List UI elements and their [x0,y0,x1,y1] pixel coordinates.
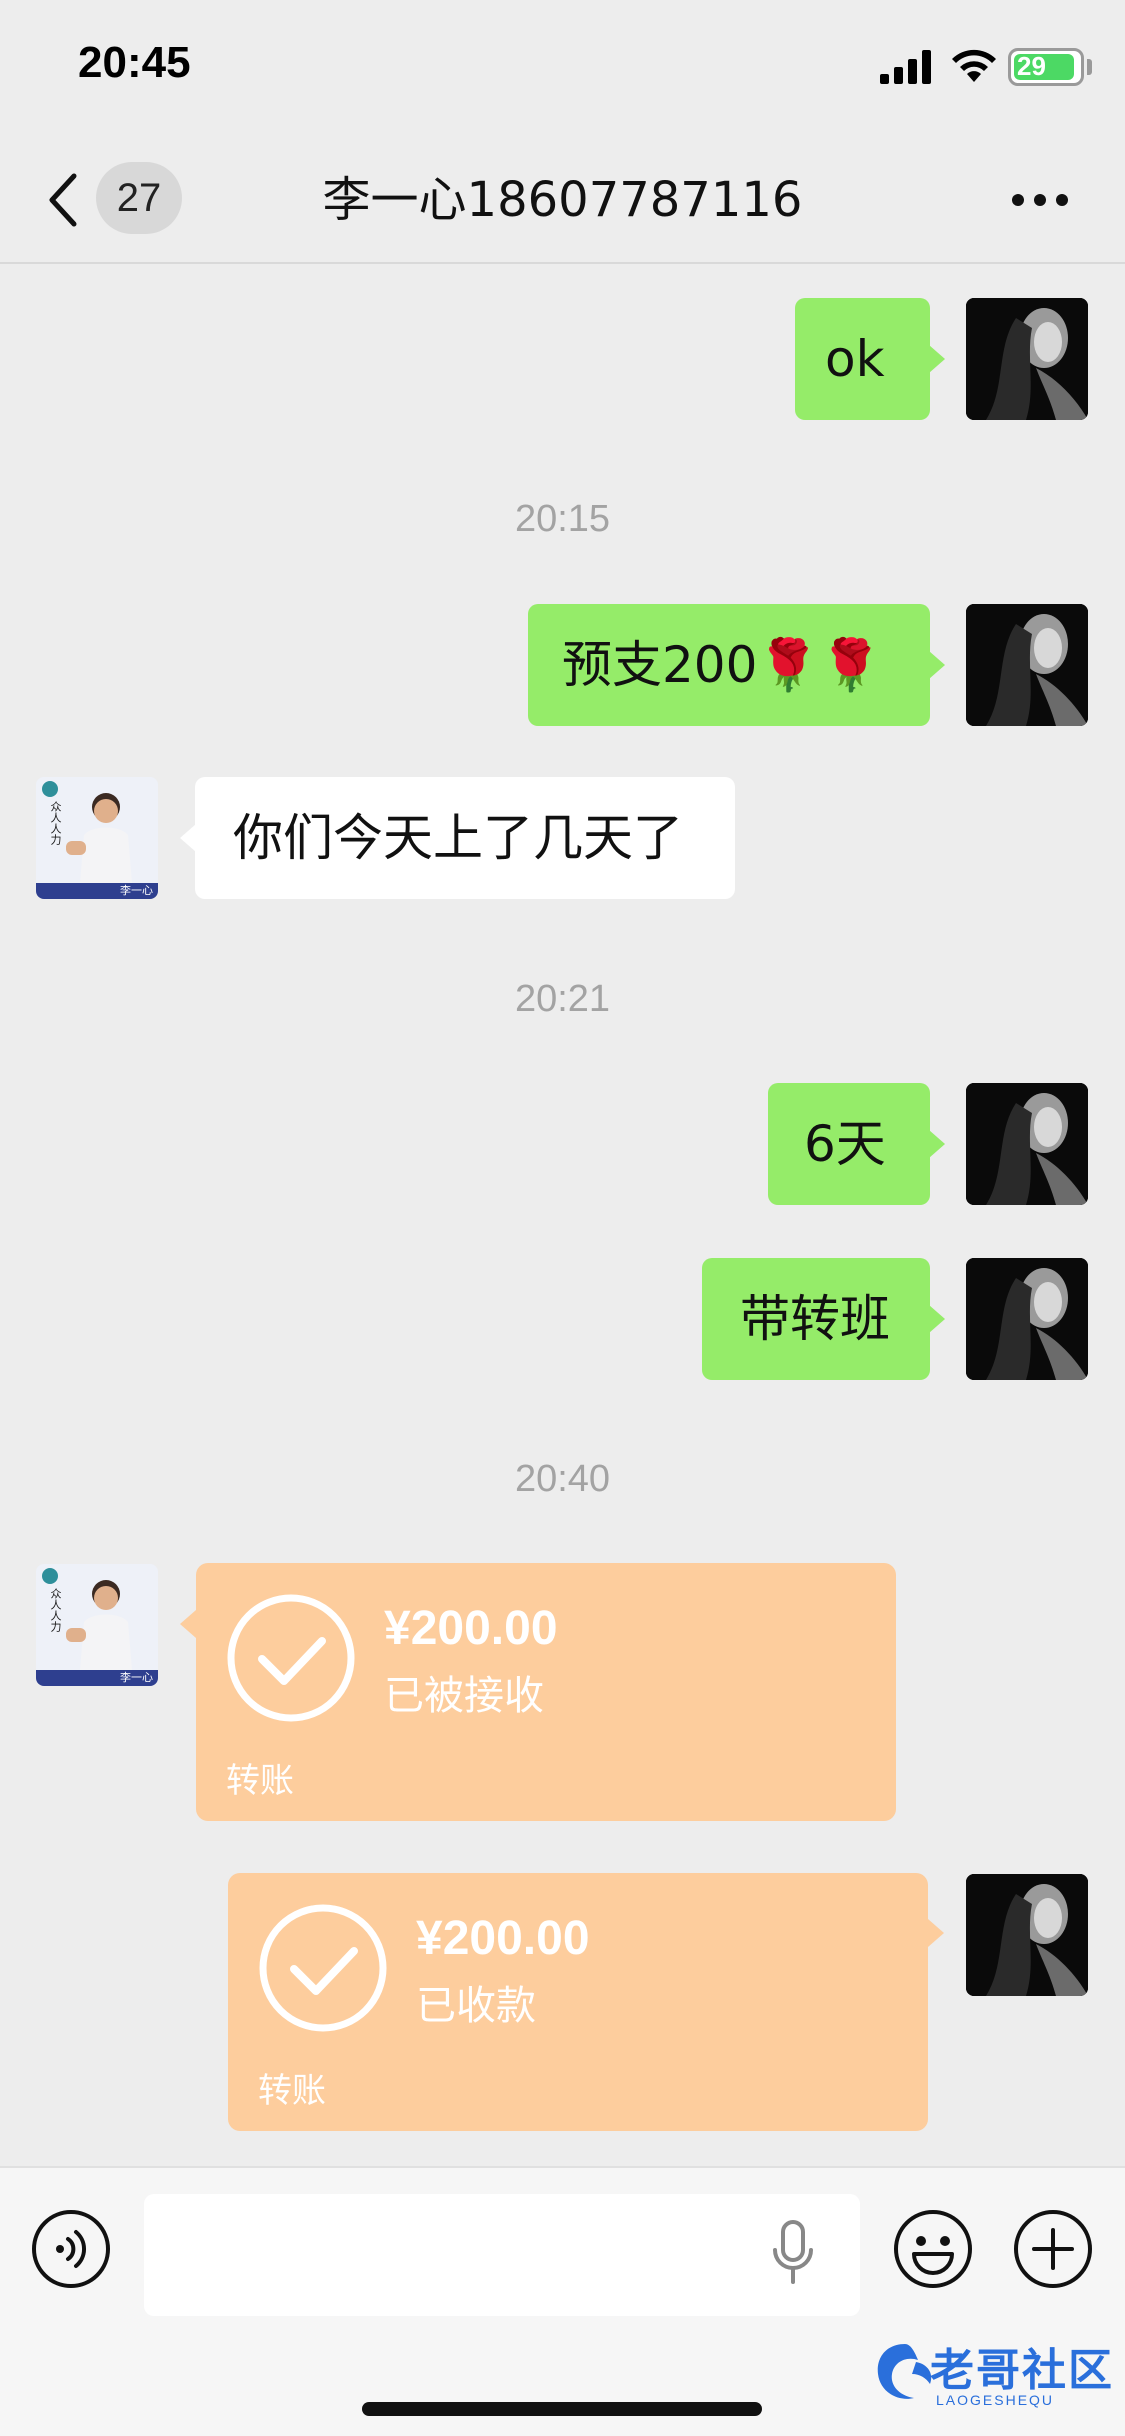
watermark-subtext: LAOGESHEQU [936,2392,1055,2408]
watermark-text: 老哥社区 [930,2345,1114,2396]
transfer-amount: ¥200.00 [384,1602,558,1655]
message-input[interactable] [144,2194,860,2316]
my-avatar[interactable] [966,298,1088,420]
transfer-status: 已收款 [416,1983,536,2029]
chat-title: 李一心18607787116 [322,172,803,228]
emoji-icon[interactable] [892,2208,974,2290]
home-indicator [362,2402,762,2416]
check-circle-icon [259,1904,387,2032]
my-avatar-image [966,1258,1088,1380]
my-avatar[interactable] [966,604,1088,726]
contact-avatar-logo-text: 众人人力 [49,1588,62,1632]
cellular-signal-icon [880,50,931,84]
battery-tip [1087,59,1092,75]
my-avatar-image [966,298,1088,420]
message-bubble-outgoing[interactable]: 带转班 [702,1258,930,1380]
chat-header: 27 李一心18607787116 [0,132,1125,264]
message-bubble-outgoing[interactable]: ok [795,298,930,420]
contact-avatar-name-tag: 李一心 [120,884,153,897]
bubble-tail [180,824,196,852]
plus-icon[interactable] [1012,2208,1094,2290]
transfer-card-outgoing[interactable]: ¥200.00 已收款 转账 [228,1873,928,2131]
timestamp: 20:21 [514,978,611,1020]
status-bar: 20:45 29 [0,0,1125,132]
contact-avatar-logo-text: 众人人力 [49,801,62,845]
timestamp: 20:15 [514,498,611,540]
microphone-icon[interactable] [770,2220,816,2286]
my-avatar-image [966,1874,1088,1996]
message-bubble-incoming[interactable]: 你们今天上了几天了 [195,777,735,899]
transfer-card-incoming[interactable]: ¥200.00 已被接收 转账 [196,1563,896,1821]
my-avatar[interactable] [966,1874,1088,1996]
transfer-label: 转账 [258,2071,326,2111]
transfer-label: 转账 [226,1761,294,1801]
wifi-icon [952,49,996,82]
voice-mode-icon[interactable] [30,2208,112,2290]
contact-avatar[interactable]: 众人人力 李一心 [36,777,158,899]
bubble-tail [928,1919,944,1947]
battery-level: 29 [1017,51,1046,81]
bubble-tail [180,1610,196,1638]
my-avatar[interactable] [966,1258,1088,1380]
battery-icon: 29 [1008,48,1084,86]
bubble-tail [929,1305,945,1333]
status-time: 20:45 [78,38,191,87]
my-avatar[interactable] [966,1083,1088,1205]
bubble-tail [929,1130,945,1158]
message-bubble-outgoing[interactable]: 预支200🌹🌹 [528,604,930,726]
bubble-tail [929,345,945,373]
more-options-icon[interactable] [1010,192,1070,208]
my-avatar-image [966,1083,1088,1205]
transfer-status: 已被接收 [384,1673,544,1719]
message-bubble-outgoing[interactable]: 6天 [768,1083,930,1205]
my-avatar-image [966,604,1088,726]
check-circle-icon [227,1594,355,1722]
transfer-amount: ¥200.00 [416,1912,590,1965]
bubble-tail [929,651,945,679]
watermark: 老哥社区 LAOGESHEQU [870,2334,1120,2414]
contact-avatar[interactable]: 众人人力 李一心 [36,1564,158,1686]
contact-avatar-name-tag: 李一心 [120,1671,153,1684]
timestamp: 20:40 [514,1458,611,1500]
